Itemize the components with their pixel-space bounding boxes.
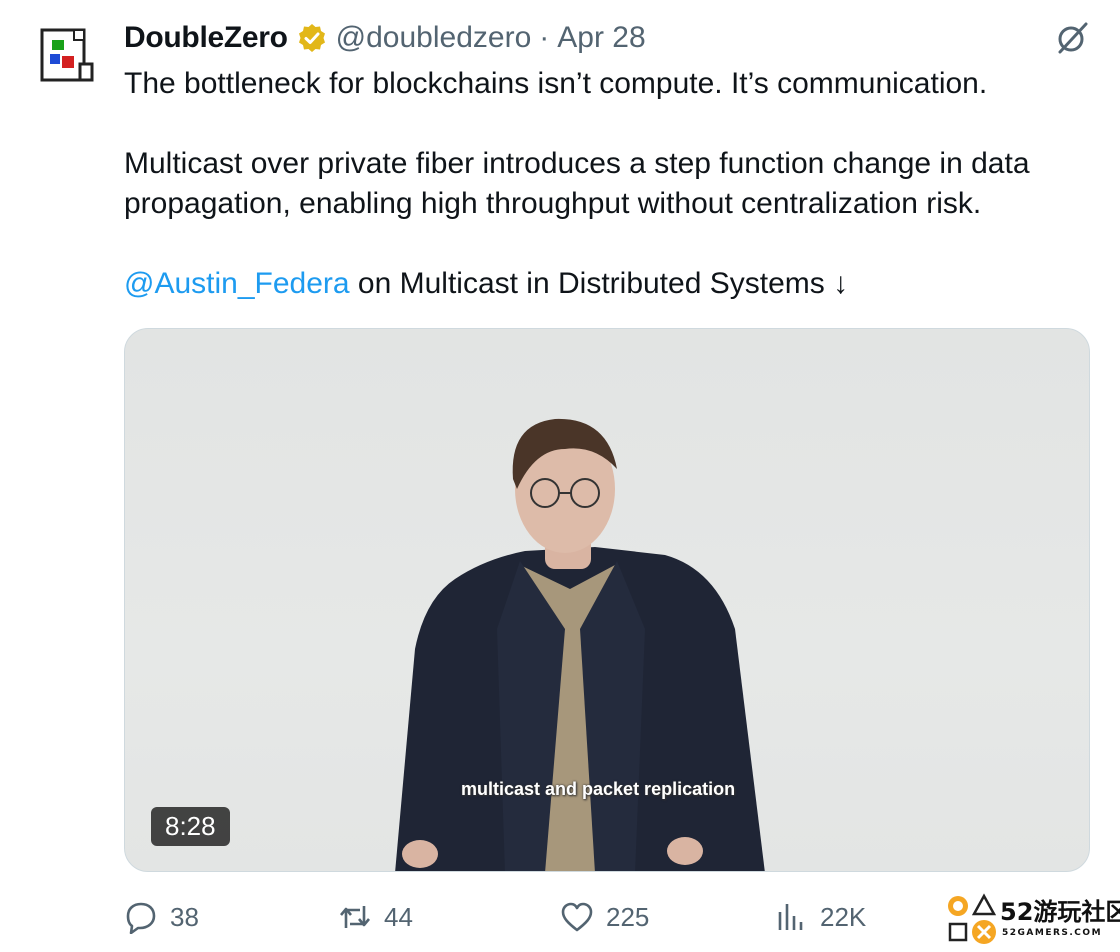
author-handle[interactable]: @doubledzero: [336, 21, 532, 55]
tweet-text-paragraph3: @Austin_Federa on Multicast in Distribut…: [124, 264, 1104, 304]
video-player[interactable]: multicast and packet replication 8:28: [124, 328, 1090, 872]
reply-icon: [126, 902, 156, 934]
tweet-header: DoubleZero @doubledzero · Apr 28: [124, 18, 646, 58]
repost-count: 44: [384, 901, 413, 932]
video-duration: 8:28: [151, 807, 230, 846]
reply-count: 38: [170, 901, 199, 932]
verified-badge-icon[interactable]: [296, 22, 328, 54]
video-subtitle: multicast and packet replication: [461, 779, 736, 799]
author-name[interactable]: DoubleZero: [124, 21, 288, 55]
post-date[interactable]: Apr 28: [557, 21, 645, 55]
reply-button[interactable]: 38: [124, 894, 199, 940]
avatar[interactable]: [40, 26, 96, 84]
repost-icon: [340, 906, 370, 928]
mention-link[interactable]: @Austin_Federa: [124, 267, 350, 300]
action-bar: 38 44 225 22K: [124, 894, 1064, 940]
watermark-url: 52GAMERS.COM: [1002, 928, 1103, 938]
like-button[interactable]: 225: [560, 894, 649, 940]
watermark-logo-icon: [948, 893, 997, 944]
heart-icon: [561, 902, 593, 932]
tweet-text-paragraph3-rest: on Multicast in Distributed Systems ↓: [349, 267, 849, 300]
tweet-text-line1: The bottleneck for blockchains isn’t com…: [124, 67, 988, 100]
repost-button[interactable]: 44: [338, 894, 413, 940]
watermark-title: 52游玩社区: [1000, 898, 1120, 926]
header-separator: ·: [539, 21, 550, 54]
grok-icon[interactable]: [1054, 20, 1090, 56]
tweet-text: The bottleneck for blockchains isn’t com…: [124, 64, 1104, 304]
view-count: 22K: [820, 901, 867, 932]
watermark: 52游玩社区 52GAMERS.COM: [944, 892, 1120, 948]
like-count: 225: [606, 901, 650, 932]
views-chart-icon: [778, 904, 803, 930]
tweet-text-paragraph2: Multicast over private fiber introduces …: [124, 147, 1038, 220]
views-button[interactable]: 22K: [774, 894, 866, 940]
